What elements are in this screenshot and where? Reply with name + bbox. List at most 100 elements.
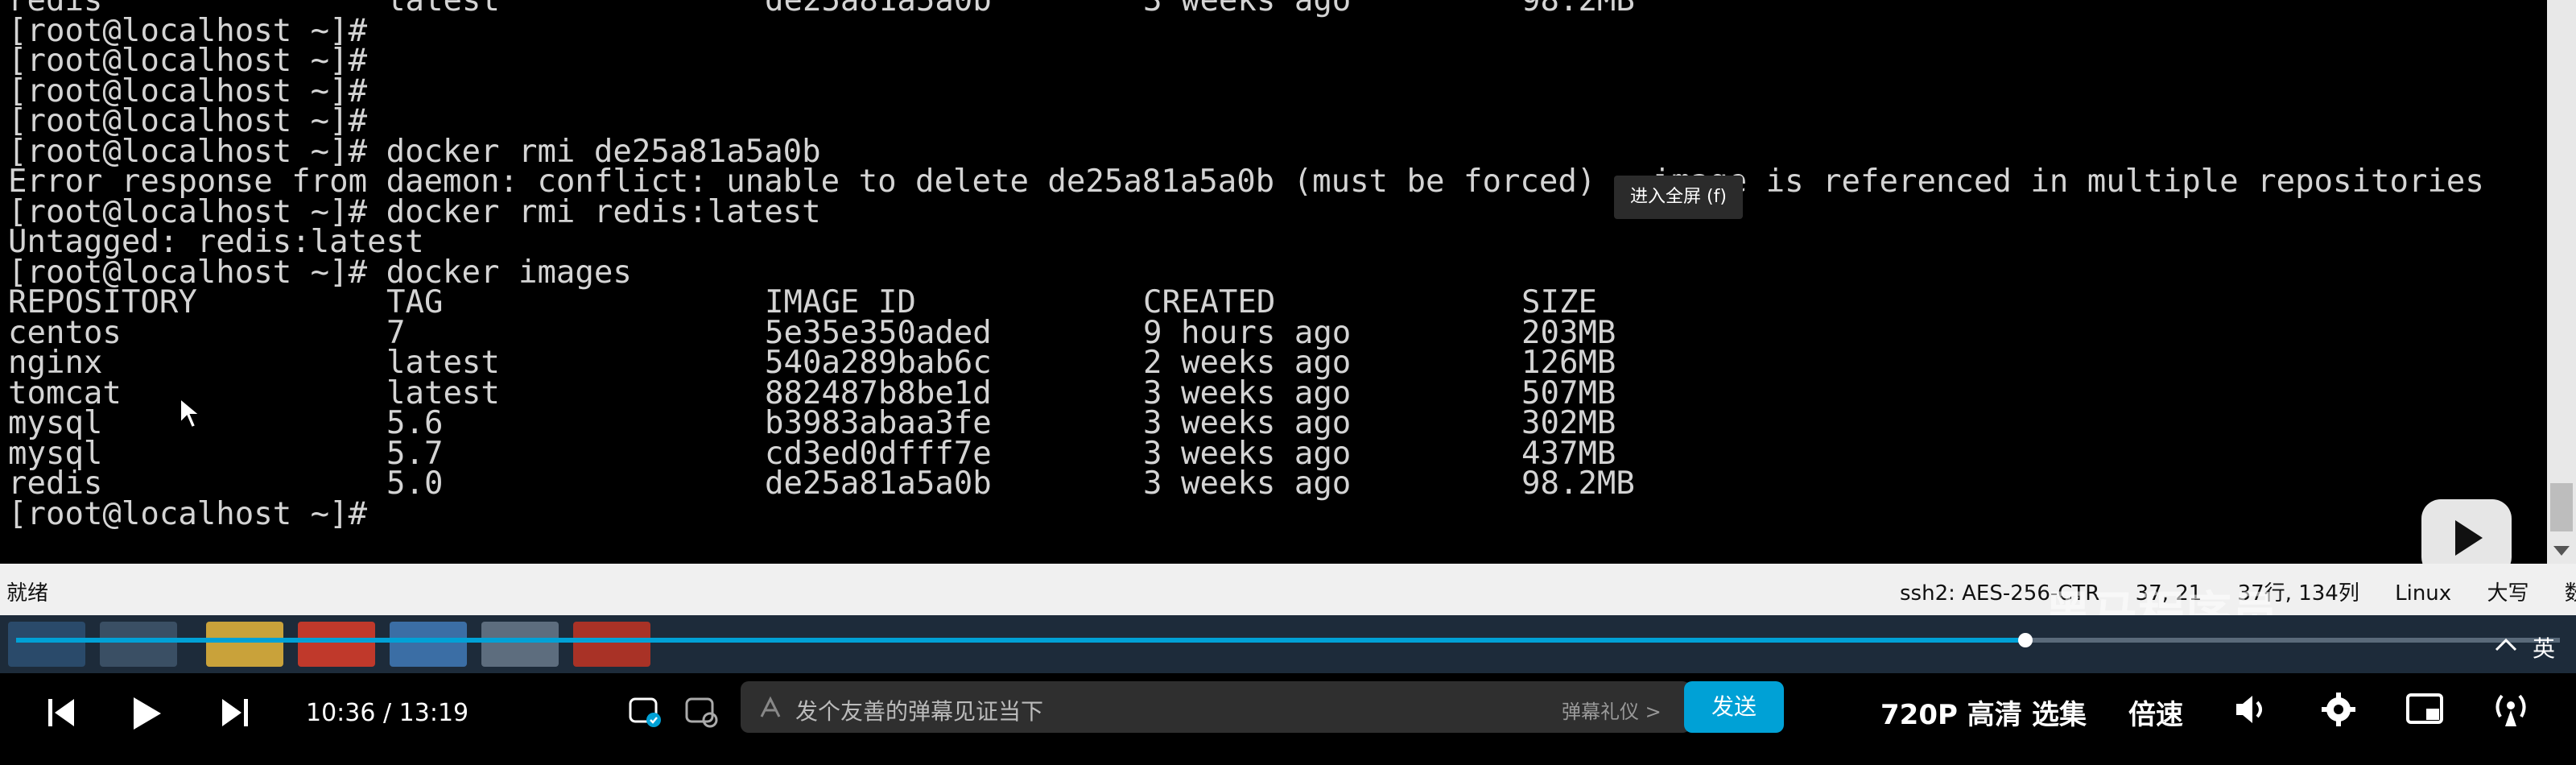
terminal-row: redis latest de25a81a5a0b 3 weeks ago 98… (8, 0, 2484, 16)
danmaku-placeholder: 发个友善的弹幕见证当下 (795, 698, 1044, 725)
cell-tag: 5.7 (386, 435, 444, 472)
quality-button[interactable]: 720P 高清 (1880, 693, 2022, 732)
cell-created: 3 weeks ago (1143, 0, 1352, 19)
cell-size: 203MB (1521, 314, 1616, 351)
cell-size: 302MB (1521, 405, 1616, 441)
app-icon[interactable] (100, 622, 177, 667)
episodes-button[interactable]: 选集 (2032, 693, 2087, 732)
terminal-prompt[interactable]: [root@localhost ~]# (8, 498, 2484, 529)
cell-repository: mysql (8, 435, 103, 472)
time-total: 13:19 (398, 699, 469, 727)
header-created: CREATED (1143, 284, 1276, 320)
cell-image-id: 5e35e350aded (765, 314, 992, 351)
header-tag: TAG (386, 284, 444, 320)
cell-created: 3 weeks ago (1143, 465, 1352, 502)
terminal-app-icon[interactable] (481, 622, 559, 667)
settings-gear-icon[interactable] (2320, 691, 2357, 728)
terminal-line: [root@localhost ~]# docker images (8, 254, 632, 291)
table-row: nginx latest 540a289bab6c 2 weeks ago 12… (8, 345, 2484, 381)
table-row: mysql 5.6 b3983abaa3fe 3 weeks ago 302MB (8, 405, 2484, 441)
terminal-window[interactable]: redis latest de25a81a5a0b 3 weeks ago 98… (0, 0, 2576, 564)
status-caps: 大写 (2487, 581, 2529, 606)
time-separator: / (383, 699, 392, 727)
input-method-indicator[interactable]: 英 (2533, 631, 2555, 664)
cell-tag: latest (386, 345, 500, 381)
cell-image-id: de25a81a5a0b (765, 0, 992, 19)
cell-size: 437MB (1521, 435, 1616, 472)
cell-image-id: cd3ed0dfff7e (765, 435, 992, 472)
cell-size: 98.2MB (1521, 0, 1635, 19)
table-row: centos 7 5e35e350aded 9 hours ago 203MB (8, 314, 2484, 351)
cell-created: 3 weeks ago (1143, 374, 1352, 411)
fullscreen-tooltip: 进入全屏 (f) (1614, 176, 1743, 219)
terminal-line: [root@localhost ~]# docker rmi redis:lat… (8, 193, 821, 230)
cell-tag: 5.0 (386, 465, 444, 502)
player-controls: 10:36 / 13:19 发个友善的弹幕见证当下 弹幕礼仪 > 发送 720P… (0, 673, 2576, 765)
status-os: Linux (2395, 581, 2452, 606)
cast-icon[interactable] (2491, 689, 2531, 730)
windows-taskbar (0, 615, 2576, 673)
terminal-line: Untagged: redis:latest (8, 224, 424, 260)
header-size: SIZE (1521, 284, 1597, 320)
cell-tag: 5.6 (386, 405, 444, 441)
status-ready: 就绪 (6, 581, 49, 606)
volume-icon[interactable] (2233, 691, 2270, 728)
app-icon[interactable] (390, 622, 467, 667)
terminal-line: [root@localhost ~]# docker rmi de25a81a5… (8, 133, 821, 170)
danmaku-toggle-icon[interactable] (628, 694, 662, 728)
cell-image-id: 882487b8be1d (765, 374, 992, 411)
send-button[interactable]: 发送 (1684, 681, 1784, 733)
cell-size: 507MB (1521, 374, 1616, 411)
picture-in-picture-icon[interactable] (2405, 693, 2446, 726)
cell-repository: mysql (8, 405, 103, 441)
cell-image-id: 540a289bab6c (765, 345, 992, 381)
cell-tag: latest (386, 374, 500, 411)
terminal-line-error: Error response from daemon: conflict: un… (8, 163, 2484, 200)
speed-button[interactable]: 倍速 (2128, 693, 2183, 732)
cell-repository: tomcat (8, 374, 122, 411)
cell-created: 3 weeks ago (1143, 435, 1352, 472)
time-display: 10:36 / 13:19 (306, 699, 469, 727)
terminal-line: [root@localhost ~]# (8, 72, 368, 110)
progress-fill (16, 638, 2026, 643)
table-row: mysql 5.7 cd3ed0dfff7e 3 weeks ago 437MB (8, 435, 2484, 472)
terminal-line: [root@localhost ~]# (8, 103, 368, 139)
app-icon[interactable] (573, 622, 650, 667)
video-progress-bar[interactable] (16, 633, 2560, 647)
cell-size: 98.2MB (1521, 465, 1635, 502)
terminal-scrollbar[interactable] (2547, 0, 2576, 564)
next-icon[interactable] (221, 697, 250, 728)
chevron-up-icon[interactable] (2494, 636, 2518, 652)
table-row: tomcat latest 882487b8be1d 3 weeks ago 5… (8, 374, 2484, 411)
scrollbar-thumb[interactable] (2550, 483, 2573, 531)
header-image-id: IMAGE ID (765, 284, 916, 320)
danmaku-etiquette-link[interactable]: 弹幕礼仪 > (1562, 696, 1662, 724)
terminal-line: [root@localhost ~]# (8, 43, 368, 79)
chrome-icon[interactable] (298, 622, 375, 667)
table-header: REPOSITORY TAG IMAGE ID CREATED SIZE (8, 284, 2484, 320)
cell-image-id: b3983abaa3fe (765, 405, 992, 441)
header-repository: REPOSITORY (8, 284, 197, 320)
cell-repository: nginx (8, 345, 103, 381)
cell-repository: centos (8, 314, 122, 351)
folder-icon[interactable] (206, 622, 283, 667)
windows-start-icon[interactable] (8, 622, 85, 667)
cell-repository: redis (8, 465, 103, 502)
danmaku-settings-icon[interactable] (684, 694, 718, 728)
cell-created: 9 hours ago (1143, 314, 1352, 351)
cell-size: 126MB (1521, 345, 1616, 381)
play-icon[interactable] (130, 696, 163, 731)
previous-icon[interactable] (47, 697, 76, 728)
cell-tag: 7 (386, 314, 406, 351)
cell-tag: latest (386, 0, 500, 19)
scroll-down-icon[interactable] (2553, 546, 2570, 556)
table-row: redis 5.0 de25a81a5a0b 3 weeks ago 98.2M… (8, 465, 2484, 502)
cell-repository: redis (8, 0, 103, 19)
danmaku-input[interactable]: 发个友善的弹幕见证当下 弹幕礼仪 > (741, 681, 1690, 733)
cell-image-id: de25a81a5a0b (765, 465, 992, 502)
terminal-line: [root@localhost ~]# (8, 12, 368, 49)
danmaku-style-icon[interactable] (758, 696, 782, 720)
bilibili-play-logo-icon (2421, 499, 2512, 564)
terminal-output: redis latest de25a81a5a0b 3 weeks ago 98… (8, 0, 2484, 529)
cell-created: 3 weeks ago (1143, 405, 1352, 441)
